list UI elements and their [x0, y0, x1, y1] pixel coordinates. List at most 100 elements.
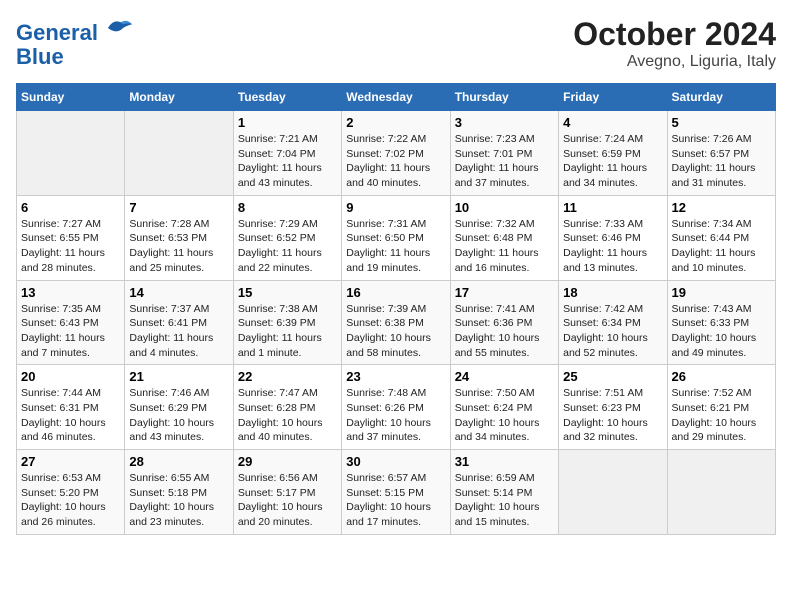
day-number: 22: [238, 369, 337, 384]
calendar-cell: 20 Sunrise: 7:44 AM Sunset: 6:31 PM Dayli…: [17, 365, 125, 450]
day-number: 29: [238, 454, 337, 469]
day-number: 26: [672, 369, 771, 384]
day-number: 27: [21, 454, 120, 469]
day-info: Sunrise: 7:24 AM Sunset: 6:59 PM Dayligh…: [563, 132, 662, 191]
calendar-cell: 30 Sunrise: 6:57 AM Sunset: 5:15 PM Dayli…: [342, 450, 450, 535]
day-info: Sunrise: 7:41 AM Sunset: 6:36 PM Dayligh…: [455, 302, 554, 361]
day-number: 13: [21, 285, 120, 300]
day-info: Sunrise: 7:47 AM Sunset: 6:28 PM Dayligh…: [238, 386, 337, 445]
calendar-cell: [125, 111, 233, 196]
logo: General Blue: [16, 16, 134, 69]
day-info: Sunrise: 7:51 AM Sunset: 6:23 PM Dayligh…: [563, 386, 662, 445]
day-info: Sunrise: 7:42 AM Sunset: 6:34 PM Dayligh…: [563, 302, 662, 361]
weekday-header-wednesday: Wednesday: [342, 84, 450, 111]
calendar-cell: 31 Sunrise: 6:59 AM Sunset: 5:14 PM Dayli…: [450, 450, 558, 535]
calendar-cell: 4 Sunrise: 7:24 AM Sunset: 6:59 PM Daylig…: [559, 111, 667, 196]
day-info: Sunrise: 7:34 AM Sunset: 6:44 PM Dayligh…: [672, 217, 771, 276]
calendar-week-row: 27Sunrise: 6:53 AM Sunset: 5:20 PM Dayli…: [17, 450, 776, 535]
calendar-cell: [667, 450, 775, 535]
calendar-cell: 3 Sunrise: 7:23 AM Sunset: 7:01 PM Daylig…: [450, 111, 558, 196]
day-number: 21: [129, 369, 228, 384]
day-number: 16: [346, 285, 445, 300]
calendar-cell: 25 Sunrise: 7:51 AM Sunset: 6:23 PM Dayli…: [559, 365, 667, 450]
calendar-cell: 21 Sunrise: 7:46 AM Sunset: 6:29 PM Dayli…: [125, 365, 233, 450]
day-number: 17: [455, 285, 554, 300]
calendar-cell: 29 Sunrise: 6:56 AM Sunset: 5:17 PM Dayli…: [233, 450, 341, 535]
day-info: Sunrise: 7:46 AM Sunset: 6:29 PM Dayligh…: [129, 386, 228, 445]
day-info: Sunrise: 7:29 AM Sunset: 6:52 PM Dayligh…: [238, 217, 337, 276]
calendar-week-row: 1 Sunrise: 7:21 AM Sunset: 7:04 PM Daylig…: [17, 111, 776, 196]
calendar-cell: 5Sunrise: 7:26 AM Sunset: 6:57 PM Daylig…: [667, 111, 775, 196]
day-info: Sunrise: 7:39 AM Sunset: 6:38 PM Dayligh…: [346, 302, 445, 361]
day-info: Sunrise: 7:52 AM Sunset: 6:21 PM Dayligh…: [672, 386, 771, 445]
day-number: 3: [455, 115, 554, 130]
day-info: Sunrise: 7:32 AM Sunset: 6:48 PM Dayligh…: [455, 217, 554, 276]
day-info: Sunrise: 7:26 AM Sunset: 6:57 PM Dayligh…: [672, 132, 771, 191]
day-number: 2: [346, 115, 445, 130]
logo-general: General: [16, 20, 98, 45]
calendar-cell: 17 Sunrise: 7:41 AM Sunset: 6:36 PM Dayli…: [450, 280, 558, 365]
calendar-cell: 23Sunrise: 7:48 AM Sunset: 6:26 PM Dayli…: [342, 365, 450, 450]
calendar-table: SundayMondayTuesdayWednesdayThursdayFrid…: [16, 83, 776, 535]
day-info: Sunrise: 7:35 AM Sunset: 6:43 PM Dayligh…: [21, 302, 120, 361]
day-info: Sunrise: 6:59 AM Sunset: 5:14 PM Dayligh…: [455, 471, 554, 530]
weekday-header-thursday: Thursday: [450, 84, 558, 111]
day-info: Sunrise: 7:22 AM Sunset: 7:02 PM Dayligh…: [346, 132, 445, 191]
day-number: 30: [346, 454, 445, 469]
day-number: 15: [238, 285, 337, 300]
day-info: Sunrise: 7:21 AM Sunset: 7:04 PM Dayligh…: [238, 132, 337, 191]
day-info: Sunrise: 7:23 AM Sunset: 7:01 PM Dayligh…: [455, 132, 554, 191]
day-info: Sunrise: 6:56 AM Sunset: 5:17 PM Dayligh…: [238, 471, 337, 530]
calendar-cell: 7 Sunrise: 7:28 AM Sunset: 6:53 PM Daylig…: [125, 195, 233, 280]
calendar-cell: 15Sunrise: 7:38 AM Sunset: 6:39 PM Dayli…: [233, 280, 341, 365]
day-info: Sunrise: 7:27 AM Sunset: 6:55 PM Dayligh…: [21, 217, 120, 276]
calendar-cell: 26 Sunrise: 7:52 AM Sunset: 6:21 PM Dayli…: [667, 365, 775, 450]
calendar-cell: 1 Sunrise: 7:21 AM Sunset: 7:04 PM Daylig…: [233, 111, 341, 196]
day-number: 31: [455, 454, 554, 469]
calendar-cell: 19Sunrise: 7:43 AM Sunset: 6:33 PM Dayli…: [667, 280, 775, 365]
day-number: 8: [238, 200, 337, 215]
calendar-cell: 24 Sunrise: 7:50 AM Sunset: 6:24 PM Dayli…: [450, 365, 558, 450]
day-number: 12: [672, 200, 771, 215]
logo-bird-icon: [106, 16, 134, 40]
calendar-title: October 2024: [573, 16, 776, 53]
day-info: Sunrise: 7:50 AM Sunset: 6:24 PM Dayligh…: [455, 386, 554, 445]
day-number: 19: [672, 285, 771, 300]
calendar-cell: 9Sunrise: 7:31 AM Sunset: 6:50 PM Daylig…: [342, 195, 450, 280]
calendar-cell: 14Sunrise: 7:37 AM Sunset: 6:41 PM Dayli…: [125, 280, 233, 365]
day-number: 7: [129, 200, 228, 215]
calendar-cell: 13 Sunrise: 7:35 AM Sunset: 6:43 PM Dayli…: [17, 280, 125, 365]
weekday-header-saturday: Saturday: [667, 84, 775, 111]
day-number: 1: [238, 115, 337, 130]
calendar-cell: 27Sunrise: 6:53 AM Sunset: 5:20 PM Dayli…: [17, 450, 125, 535]
day-info: Sunrise: 7:28 AM Sunset: 6:53 PM Dayligh…: [129, 217, 228, 276]
day-number: 10: [455, 200, 554, 215]
calendar-cell: 16 Sunrise: 7:39 AM Sunset: 6:38 PM Dayli…: [342, 280, 450, 365]
day-info: Sunrise: 6:55 AM Sunset: 5:18 PM Dayligh…: [129, 471, 228, 530]
calendar-cell: 18Sunrise: 7:42 AM Sunset: 6:34 PM Dayli…: [559, 280, 667, 365]
calendar-cell: 8 Sunrise: 7:29 AM Sunset: 6:52 PM Daylig…: [233, 195, 341, 280]
day-info: Sunrise: 7:33 AM Sunset: 6:46 PM Dayligh…: [563, 217, 662, 276]
day-number: 28: [129, 454, 228, 469]
day-info: Sunrise: 7:44 AM Sunset: 6:31 PM Dayligh…: [21, 386, 120, 445]
calendar-cell: 11 Sunrise: 7:33 AM Sunset: 6:46 PM Dayli…: [559, 195, 667, 280]
calendar-cell: 2 Sunrise: 7:22 AM Sunset: 7:02 PM Daylig…: [342, 111, 450, 196]
calendar-subtitle: Avegno, Liguria, Italy: [573, 53, 776, 71]
day-number: 11: [563, 200, 662, 215]
day-number: 6: [21, 200, 120, 215]
day-number: 14: [129, 285, 228, 300]
weekday-header-friday: Friday: [559, 84, 667, 111]
day-number: 25: [563, 369, 662, 384]
day-info: Sunrise: 7:31 AM Sunset: 6:50 PM Dayligh…: [346, 217, 445, 276]
weekday-header-sunday: Sunday: [17, 84, 125, 111]
weekday-header-monday: Monday: [125, 84, 233, 111]
calendar-cell: 12 Sunrise: 7:34 AM Sunset: 6:44 PM Dayli…: [667, 195, 775, 280]
day-info: Sunrise: 6:57 AM Sunset: 5:15 PM Dayligh…: [346, 471, 445, 530]
day-number: 20: [21, 369, 120, 384]
calendar-week-row: 13 Sunrise: 7:35 AM Sunset: 6:43 PM Dayli…: [17, 280, 776, 365]
calendar-cell: [17, 111, 125, 196]
day-number: 23: [346, 369, 445, 384]
calendar-week-row: 6 Sunrise: 7:27 AM Sunset: 6:55 PM Daylig…: [17, 195, 776, 280]
day-number: 24: [455, 369, 554, 384]
day-number: 4: [563, 115, 662, 130]
